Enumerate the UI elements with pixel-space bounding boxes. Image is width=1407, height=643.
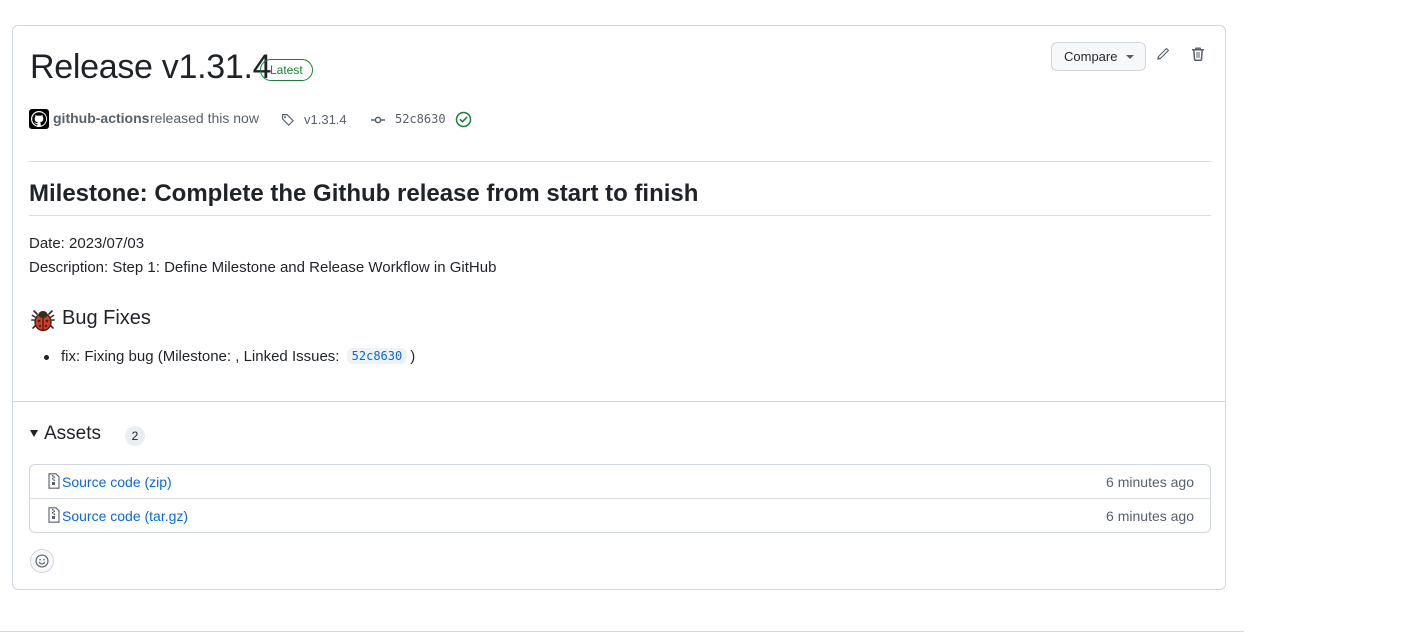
asset-label: Source code: [62, 508, 141, 524]
assets-toggle[interactable]: Assets: [44, 423, 101, 445]
asset-ext: (zip): [144, 474, 172, 490]
github-mark-icon: [31, 111, 47, 127]
description-line: Description: Step 1: Define Milestone an…: [29, 259, 497, 276]
file-zip-icon: [48, 473, 60, 494]
asset-label: Source code: [62, 474, 141, 490]
chevron-down-icon: [1126, 55, 1134, 59]
date-line: Date: 2023/07/03: [29, 235, 145, 252]
smiley-icon: [35, 554, 49, 568]
section-divider: [13, 401, 1225, 402]
commit-icon: [370, 112, 386, 131]
list-item: fix: Fixing bug (Milestone: , Linked Iss…: [61, 348, 415, 365]
asset-row: Source code (zip) 6 minutes ago: [30, 465, 1210, 498]
trash-icon[interactable]: [1190, 46, 1210, 66]
add-reaction-button[interactable]: [30, 549, 54, 573]
fix-text: fix: Fixing bug (Milestone: , Linked Iss…: [61, 348, 340, 365]
page-divider: [0, 631, 1244, 632]
asset-row: Source code (tar.gz) 6 minutes ago: [30, 498, 1210, 532]
asset-time: 6 minutes ago: [1106, 474, 1194, 490]
bug-fixes-heading: Bug Fixes: [62, 307, 151, 329]
release-card: Release v1.31.4 Latest Compare github-ac…: [12, 25, 1226, 590]
divider: [29, 161, 1211, 162]
asset-ext: (tar.gz): [144, 508, 189, 524]
latest-badge: Latest: [260, 59, 313, 81]
list-bullet: [44, 355, 49, 360]
assets-list: Source code (zip) 6 minutes ago Source c…: [29, 464, 1211, 533]
tag-link[interactable]: v1.31.4: [304, 112, 347, 127]
avatar[interactable]: [29, 109, 49, 129]
commit-link[interactable]: 52c8630: [395, 112, 446, 126]
divider: [29, 215, 1211, 216]
bug-icon: [31, 308, 55, 337]
pencil-icon[interactable]: [1155, 46, 1175, 66]
compare-button[interactable]: Compare: [1051, 42, 1146, 71]
asset-time: 6 minutes ago: [1106, 508, 1194, 524]
file-zip-icon: [48, 507, 60, 528]
tag-icon: [280, 112, 296, 131]
assets-count-badge: 2: [125, 426, 145, 446]
check-circle-icon[interactable]: [455, 111, 472, 131]
compare-label: Compare: [1064, 49, 1118, 64]
released-text: released this now: [150, 110, 259, 126]
source-code-zip-link[interactable]: Source code (zip): [62, 474, 172, 490]
caret-down-icon[interactable]: [30, 430, 38, 437]
commit-code-link[interactable]: 52c8630: [346, 348, 408, 364]
author-link[interactable]: github-actions: [53, 110, 149, 126]
source-code-targz-link[interactable]: Source code (tar.gz): [62, 508, 188, 524]
fix-suffix: ): [410, 348, 416, 365]
milestone-heading: Milestone: Complete the Github release f…: [29, 180, 699, 207]
release-title[interactable]: Release v1.31.4: [30, 48, 272, 87]
